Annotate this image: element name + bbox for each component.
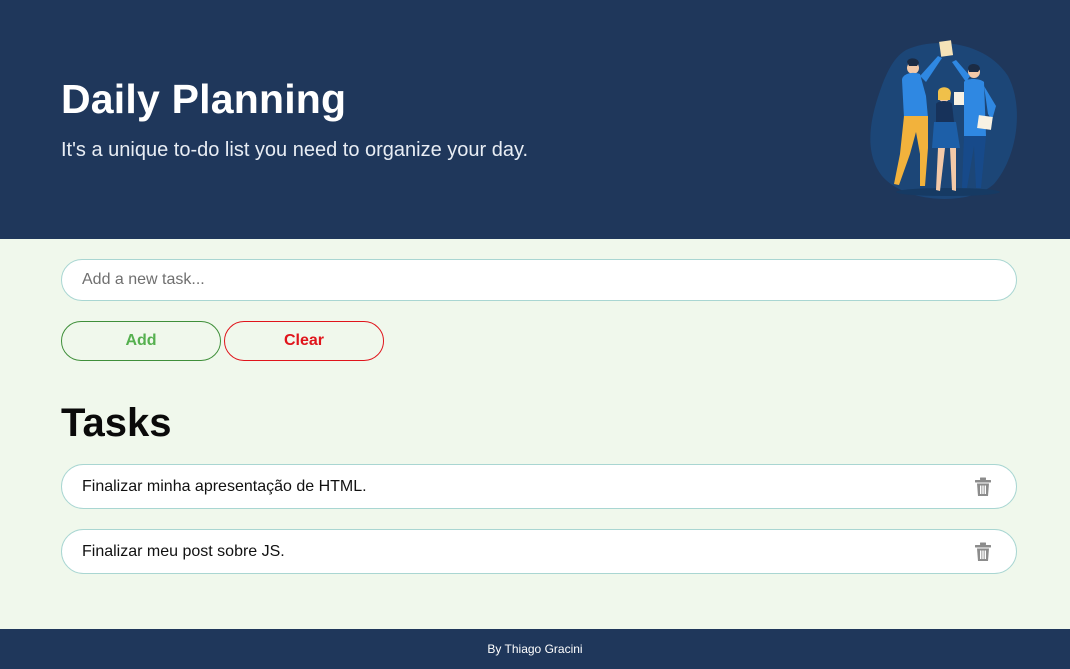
task-item[interactable]: Finalizar minha apresentação de HTML. <box>61 464 1017 509</box>
footer-credit: By Thiago Gracini <box>487 642 583 656</box>
trash-icon[interactable] <box>974 477 992 497</box>
tasks-heading: Tasks <box>61 401 172 445</box>
trash-icon[interactable] <box>974 542 992 562</box>
add-task-button[interactable]: Add <box>61 321 221 361</box>
task-item[interactable]: Finalizar meu post sobre JS. <box>61 529 1017 574</box>
page-subtitle: It's a unique to-do list you need to org… <box>61 139 529 161</box>
clear-tasks-button[interactable]: Clear <box>224 321 384 361</box>
team-collaboration-illustration <box>866 36 1022 202</box>
page-title: Daily Planning <box>61 76 347 122</box>
new-task-input[interactable] <box>61 259 1017 301</box>
task-text: Finalizar minha apresentação de HTML. <box>82 478 367 495</box>
header-banner: Daily Planning It's a unique to-do list … <box>0 0 1070 239</box>
task-text: Finalizar meu post sobre JS. <box>82 543 285 560</box>
footer: By Thiago Gracini <box>0 629 1070 669</box>
